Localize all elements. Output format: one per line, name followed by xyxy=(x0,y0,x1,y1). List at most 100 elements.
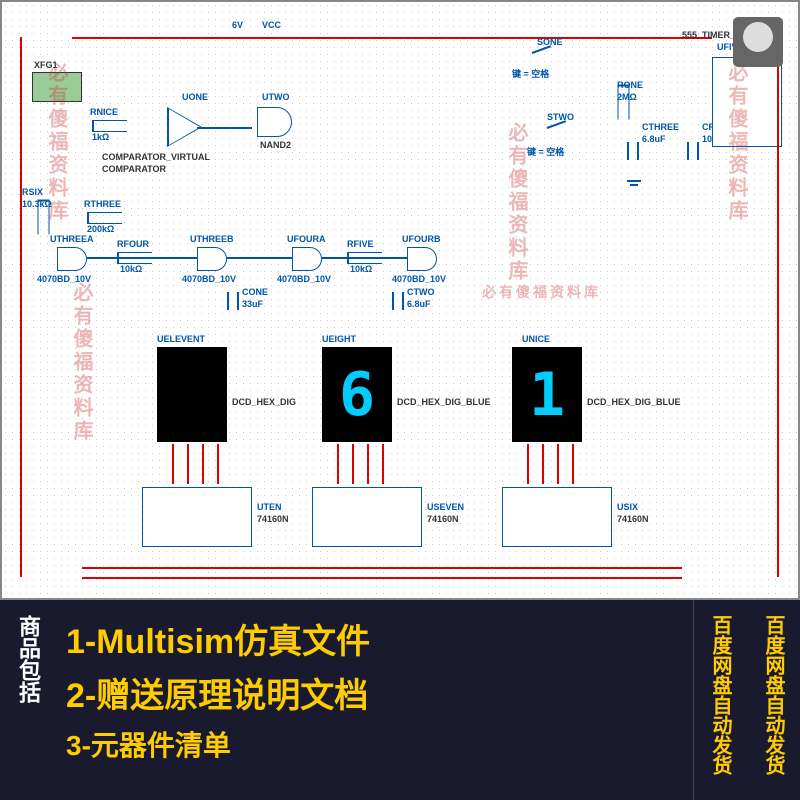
useven-ref: USEVEN xyxy=(427,502,464,512)
usix-ref: USIX xyxy=(617,502,638,512)
item-1: 1-Multisim仿真文件 xyxy=(66,615,683,669)
uten-type: 74160N xyxy=(257,514,289,524)
watermark: 必有傻福资料库 xyxy=(722,62,751,223)
resistor-rthree xyxy=(87,212,122,222)
product-banner: 商品包括 1-Multisim仿真文件 2-赠送原理说明文档 3-元器件清单 百… xyxy=(0,600,800,800)
wire xyxy=(322,257,407,259)
banner-left-label: 商品包括 xyxy=(0,600,56,800)
sone-key: 键 = 空格 xyxy=(512,67,549,80)
cap-cfour xyxy=(687,142,699,160)
wire xyxy=(777,37,779,577)
switch-stwo[interactable] xyxy=(547,127,572,142)
wire xyxy=(527,444,529,484)
unice-ref: UNICE xyxy=(522,334,550,344)
unice-type: DCD_HEX_DIG_BLUE xyxy=(587,397,681,407)
ctwo-val: 6.8uF xyxy=(407,299,431,309)
ueight-ref: UEIGHT xyxy=(322,334,356,344)
rone-ref: RONE xyxy=(617,80,643,90)
xor-uthreeb xyxy=(197,247,227,271)
digit-2: 6 xyxy=(339,360,375,430)
wire xyxy=(172,444,174,484)
resistor-rnice xyxy=(92,120,127,130)
nand-gate xyxy=(257,107,292,137)
useven-type: 74160N xyxy=(427,514,459,524)
wire xyxy=(197,127,252,129)
xor-ufoura xyxy=(292,247,322,271)
counter-usix xyxy=(502,487,612,547)
stwo-key: 键 = 空格 xyxy=(527,145,564,158)
ufoura-ref: UFOURA xyxy=(287,234,326,244)
rnice-ref: RNICE xyxy=(90,107,118,117)
vcc-rail xyxy=(72,37,712,39)
counter-useven xyxy=(312,487,422,547)
schematic-canvas[interactable]: 6V VCC XFG1 RNICE 1kΩ UONE COMPARATOR_VI… xyxy=(0,0,800,600)
wire xyxy=(367,444,369,484)
banner-right-1: 百度网盘自动发货 xyxy=(693,600,747,800)
display-uelevent xyxy=(157,347,227,442)
rfive-val: 10kΩ xyxy=(350,264,372,274)
wire xyxy=(87,257,197,259)
display-unice: 1 xyxy=(512,347,582,442)
banner-right-2: 百度网盘自动发货 xyxy=(747,600,800,800)
wire xyxy=(187,444,189,484)
sone-ref: SONE xyxy=(537,37,563,47)
counter-uten xyxy=(142,487,252,547)
digit-3: 1 xyxy=(529,360,565,430)
watermark: 必有傻福资料库 xyxy=(67,282,96,443)
wire xyxy=(352,444,354,484)
uthreeb-type: 4070BD_10V xyxy=(182,274,236,284)
ueight-type: DCD_HEX_DIG_BLUE xyxy=(397,397,491,407)
uten-ref: UTEN xyxy=(257,502,282,512)
ufourb-type: 4070BD_10V xyxy=(392,274,446,284)
ufoura-type: 4070BD_10V xyxy=(277,274,331,284)
cap-cone xyxy=(227,292,239,310)
comparator-ref: UONE xyxy=(182,92,208,102)
rfour-ref: RFOUR xyxy=(117,239,149,249)
rthree-ref: RTHREE xyxy=(84,199,121,209)
wire xyxy=(542,444,544,484)
wire xyxy=(572,444,574,484)
cone-val: 33uF xyxy=(242,299,263,309)
switch-sone[interactable] xyxy=(532,52,557,67)
comparator-type: COMPARATOR_VIRTUAL xyxy=(102,152,210,162)
ufourb-ref: UFOURB xyxy=(402,234,441,244)
wire xyxy=(557,444,559,484)
uthreea-ref: UTHREEA xyxy=(50,234,94,244)
xor-uthreea xyxy=(57,247,87,271)
wire xyxy=(337,444,339,484)
wire xyxy=(202,444,204,484)
watermark: 必有傻福资料库 xyxy=(42,62,71,223)
xor-ufourb xyxy=(407,247,437,271)
uelevent-type: DCD_HEX_DIG xyxy=(232,397,296,407)
item-3: 3-元器件清单 xyxy=(66,724,683,769)
product-items: 1-Multisim仿真文件 2-赠送原理说明文档 3-元器件清单 xyxy=(56,600,693,800)
watermark: 必有傻福资料库 xyxy=(482,282,601,302)
rfive-ref: RFIVE xyxy=(347,239,374,249)
nand-type: NAND2 xyxy=(260,140,291,150)
ctwo-ref: CTWO xyxy=(407,287,435,297)
comparator-note: COMPARATOR xyxy=(102,164,166,174)
rsix-ref: RSIX xyxy=(22,187,43,197)
uelevent-ref: UELEVENT xyxy=(157,334,205,344)
wire xyxy=(382,444,384,484)
ground-icon xyxy=(627,180,641,190)
cap-cthree xyxy=(627,142,639,160)
rnice-val: 1kΩ xyxy=(92,132,109,142)
wire xyxy=(82,567,682,569)
rfour-val: 10kΩ xyxy=(120,264,142,274)
stwo-ref: STWO xyxy=(547,112,574,122)
cap-ctwo xyxy=(392,292,404,310)
wire xyxy=(227,257,292,259)
cthree-val: 6.8uF xyxy=(642,134,666,144)
vcc-label: VCC xyxy=(262,20,281,30)
wire xyxy=(217,444,219,484)
avatar-icon xyxy=(733,17,783,67)
uthreeb-ref: UTHREEB xyxy=(190,234,234,244)
wire xyxy=(82,577,682,579)
display-ueight: 6 xyxy=(322,347,392,442)
rone-val: 2MΩ xyxy=(617,92,637,102)
watermark: 必有傻福资料库 xyxy=(502,122,531,283)
vcc-voltage: 6V xyxy=(232,20,243,30)
rthree-val: 200kΩ xyxy=(87,224,114,234)
item-2: 2-赠送原理说明文档 xyxy=(66,669,683,723)
